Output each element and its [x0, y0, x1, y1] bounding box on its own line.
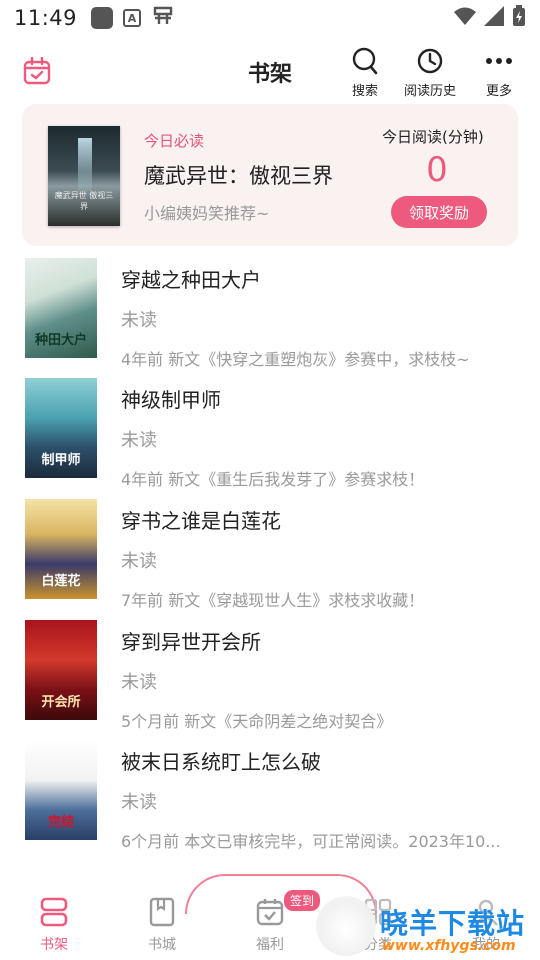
book-read-status: 未读 — [121, 792, 157, 813]
book-title: 被末日系统盯上怎么破 — [121, 750, 321, 774]
bookstore-icon — [146, 896, 178, 928]
watermark-url: www.xfhygs.com — [382, 938, 516, 954]
book-cover-text: 完结 — [47, 815, 74, 830]
nav-bookshelf[interactable]: 书架 — [14, 896, 94, 954]
book-cover[interactable]: 种田大户 — [25, 258, 97, 358]
book-read-status: 未读 — [121, 310, 157, 331]
book-update-info: 5个月前 新文《天命阴差之绝对契合》 — [121, 712, 393, 731]
app-notification-icon — [151, 4, 175, 32]
book-list-item[interactable]: 开会所 穿到异世开会所 未读 5个月前 新文《天命阴差之绝对契合》 — [0, 620, 540, 738]
book-title: 穿到异世开会所 — [121, 630, 261, 654]
today-read-label: 今日阅读(分钟) — [382, 128, 484, 146]
status-time: 11:49 — [14, 6, 78, 30]
book-read-status: 未读 — [121, 430, 157, 451]
today-read-count: 0 — [426, 150, 448, 190]
book-update-info: 4年前 新文《重生后我发芽了》参赛求枝！ — [121, 470, 425, 489]
top-header: 书架 搜索 阅读历史 更多 — [0, 40, 540, 100]
book-read-status: 未读 — [121, 672, 157, 693]
book-read-status: 未读 — [121, 551, 157, 572]
history-icon — [415, 46, 445, 76]
search-icon — [350, 46, 380, 76]
daily-tag: 今日必读 — [144, 132, 205, 150]
nav-welfare-label: 福利 — [256, 937, 284, 953]
signal-icon — [484, 6, 504, 30]
book-cover-text: 开会所 — [41, 695, 81, 710]
daily-recommendation-text: 小编姨妈笑推荐~ — [144, 204, 270, 223]
bookshelf-icon — [38, 896, 70, 928]
watermark-sheep-logo — [316, 896, 376, 956]
nav-bookstore[interactable]: 书城 — [122, 896, 202, 954]
a-notification-icon: A — [123, 9, 142, 27]
daily-cover-text: 魔武异世 傲视三界 — [54, 191, 114, 211]
book-update-info: 6个月前 本文已审核完毕，可正常阅读。2023年10... — [121, 832, 501, 851]
checkin-badge[interactable]: 签到 — [284, 890, 321, 911]
nav-bookshelf-label: 书架 — [40, 937, 68, 953]
search-button[interactable]: 搜索 — [350, 46, 380, 99]
status-system-icons — [454, 5, 526, 31]
daily-recommendation-card[interactable]: 魔武异世 傲视三界 今日必读 魔武异世：傲视三界 小编姨妈笑推荐~ 今日阅读(分… — [22, 104, 518, 246]
book-list-item[interactable]: 白莲花 穿书之谁是白莲花 未读 7年前 新文《穿越现世人生》求枝求收藏！ — [0, 499, 540, 617]
book-cover-text: 制甲师 — [41, 453, 81, 468]
status-bar: 11:49 A — [0, 0, 540, 36]
book-cover[interactable]: 开会所 — [25, 620, 97, 720]
more-label: 更多 — [485, 84, 512, 99]
more-button[interactable]: 更多 — [484, 46, 514, 99]
claim-reward-button[interactable]: 领取奖励 — [391, 196, 487, 228]
book-cover[interactable]: 制甲师 — [25, 378, 97, 478]
history-button[interactable]: 阅读历史 — [404, 46, 456, 99]
search-label: 搜索 — [351, 84, 378, 99]
book-cover[interactable]: 完结 — [25, 740, 97, 840]
daily-book-title[interactable]: 魔武异世：傲视三界 — [144, 160, 333, 190]
book-list-item[interactable]: 制甲师 神级制甲师 未读 4年前 新文《重生后我发芽了》参赛求枝！ — [0, 378, 540, 496]
nav-bookstore-label: 书城 — [148, 937, 176, 953]
book-title: 穿书之谁是白莲花 — [121, 509, 281, 533]
book-cover-text: 白莲花 — [41, 574, 81, 589]
square-notification-icon — [91, 7, 114, 29]
book-title: 穿越之种田大户 — [121, 268, 261, 292]
welfare-calendar-icon — [254, 896, 286, 928]
page-title: 书架 — [247, 62, 292, 87]
book-list-item[interactable]: 完结 被末日系统盯上怎么破 未读 6个月前 本文已审核完毕，可正常阅读。2023… — [0, 740, 540, 858]
history-label: 阅读历史 — [404, 84, 457, 99]
more-icon — [484, 46, 514, 76]
watermark: 晓羊下载站 www.xfhygs.com — [380, 896, 540, 960]
daily-book-cover[interactable]: 魔武异世 傲视三界 — [48, 126, 120, 226]
book-cover-text: 种田大户 — [34, 333, 87, 348]
watermark-text: 晓羊下载站 — [380, 907, 526, 940]
book-title: 神级制甲师 — [121, 388, 221, 412]
book-update-info: 7年前 新文《穿越现世人生》求枝求收藏！ — [121, 591, 425, 610]
battery-charging-icon — [512, 5, 526, 31]
wifi-icon — [454, 6, 476, 30]
status-notification-icons: A — [91, 4, 175, 32]
book-update-info: 4年前 新文《快穿之重塑炮灰》参赛中，求枝枝~ — [121, 350, 470, 369]
book-list-item[interactable]: 种田大户 穿越之种田大户 未读 4年前 新文《快穿之重塑炮灰》参赛中，求枝枝~ — [0, 258, 540, 376]
book-cover[interactable]: 白莲花 — [25, 499, 97, 599]
